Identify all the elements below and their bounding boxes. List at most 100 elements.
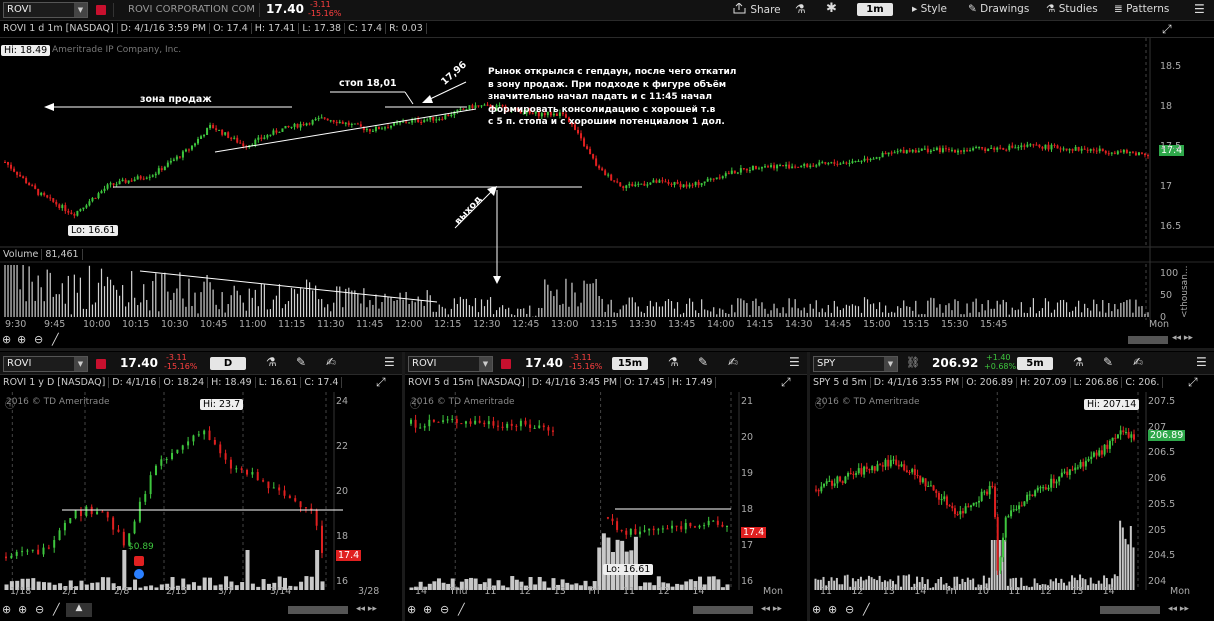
- volume-bar: [1129, 299, 1131, 317]
- edit-icon[interactable]: ✍: [728, 355, 738, 369]
- candle-body: [294, 498, 297, 502]
- volume-bar: [942, 312, 944, 317]
- share-button[interactable]: Share: [733, 2, 781, 16]
- symbol-selector[interactable]: ROVI ▼: [3, 2, 88, 18]
- zoom-out-icon[interactable]: ⊖: [845, 603, 854, 616]
- volume-bar: [574, 292, 576, 317]
- main-x-tick: 13:15: [590, 319, 618, 330]
- draw-line-icon[interactable]: ╱: [52, 333, 59, 346]
- zoom-in-icon[interactable]: ⊕: [828, 603, 837, 616]
- candle-body: [607, 174, 610, 176]
- scroll-arrows-icon[interactable]: ◂◂ ▸▸: [761, 604, 782, 614]
- panel-info-d: D: 4/1/16 3:45 PM: [528, 377, 622, 388]
- candle-body: [592, 154, 595, 159]
- crosshair-icon[interactable]: ⊕: [407, 603, 416, 616]
- volume-bar: [284, 304, 287, 317]
- scroll-arrows-icon[interactable]: ◂◂ ▸▸: [1168, 604, 1189, 614]
- candle-body: [215, 128, 218, 131]
- candle-body: [178, 156, 181, 158]
- candle-body: [1071, 469, 1074, 471]
- panel-timeframe-button[interactable]: 15m: [612, 357, 648, 370]
- chevron-down-icon[interactable]: ▼: [74, 357, 87, 371]
- candle-body: [380, 128, 383, 130]
- volume-bar: [846, 574, 849, 590]
- style-button[interactable]: ▸ Style: [912, 3, 947, 15]
- menu-icon[interactable]: ☰: [384, 355, 395, 369]
- zoom-out-icon[interactable]: ⊖: [34, 333, 43, 346]
- link-color-icon[interactable]: [501, 359, 511, 369]
- menu-icon[interactable]: ☰: [1196, 355, 1207, 369]
- volume-bar: [468, 305, 471, 317]
- panel-x-tick: 10: [977, 586, 990, 597]
- candle-body: [293, 123, 296, 127]
- zoom-out-icon[interactable]: ⊖: [440, 603, 449, 616]
- crosshair-icon[interactable]: ⊕: [2, 603, 11, 616]
- menu-icon[interactable]: ☰: [789, 355, 800, 369]
- panel-y-tick: 16: [336, 576, 349, 587]
- draw-line-icon[interactable]: ╱: [53, 603, 60, 616]
- patterns-button[interactable]: ≣ Patterns: [1114, 3, 1169, 15]
- chevron-down-icon[interactable]: ▼: [884, 357, 897, 371]
- crosshair-icon[interactable]: ⊕: [2, 333, 11, 346]
- panel-price-chart[interactable]: [405, 392, 807, 590]
- draw-line-icon[interactable]: ╱: [458, 603, 465, 616]
- horizontal-scrollbar[interactable]: [693, 606, 753, 614]
- volume-bar: [393, 300, 395, 317]
- pencil-icon[interactable]: ✎: [698, 355, 708, 369]
- menu-icon[interactable]: ☰: [1194, 2, 1205, 16]
- drawings-button[interactable]: ✎ Drawings: [968, 3, 1029, 15]
- panel-symbol-selector[interactable]: ROVI ▼: [408, 356, 493, 372]
- zoom-in-icon[interactable]: ⊕: [17, 333, 26, 346]
- flask-icon[interactable]: ⚗: [1073, 355, 1084, 369]
- panel-timeframe-button[interactable]: D: [210, 357, 246, 370]
- scroll-arrows-icon[interactable]: ◂◂ ▸▸: [356, 604, 377, 614]
- chevron-down-icon[interactable]: ▼: [479, 357, 492, 371]
- draw-line-icon[interactable]: ╱: [863, 603, 870, 616]
- edit-icon[interactable]: ✍: [1133, 355, 1143, 369]
- expand-icon[interactable]: ⤢: [1162, 22, 1172, 37]
- candle-body: [827, 163, 830, 165]
- flask-icon[interactable]: ⚗: [668, 355, 679, 369]
- horizontal-scrollbar[interactable]: [1100, 606, 1160, 614]
- horizontal-scrollbar[interactable]: [288, 606, 348, 614]
- volume-bar: [1120, 302, 1122, 317]
- zoom-in-icon[interactable]: ⊕: [18, 603, 27, 616]
- candle-body: [154, 173, 157, 176]
- panel-toggle-button[interactable]: ▲: [66, 603, 92, 617]
- link-color-icon[interactable]: [96, 359, 106, 369]
- volume-bar: [308, 282, 311, 317]
- chevron-down-icon[interactable]: ▼: [74, 3, 87, 17]
- candle-body: [88, 201, 91, 206]
- candle-body: [275, 130, 278, 133]
- link-color-icon[interactable]: [96, 5, 106, 15]
- candle-body: [881, 465, 884, 467]
- volume-bar: [535, 315, 537, 317]
- studies-button[interactable]: ⚗ Studies: [1046, 3, 1098, 15]
- volume-bar: [248, 288, 250, 317]
- zoom-in-icon[interactable]: ⊕: [423, 603, 432, 616]
- scroll-arrows-icon[interactable]: ◂◂ ▸▸: [1172, 333, 1193, 343]
- pencil-icon[interactable]: ✎: [296, 355, 306, 369]
- crosshair-icon[interactable]: ⊕: [812, 603, 821, 616]
- candle-body: [442, 420, 445, 422]
- volume-bar: [679, 584, 684, 590]
- timeframe-button[interactable]: 1m: [857, 3, 893, 16]
- flask-icon[interactable]: ⚗: [266, 355, 277, 369]
- volume-bar: [315, 285, 317, 317]
- candle-body: [109, 183, 112, 185]
- flask-icon[interactable]: ⚗: [795, 2, 806, 16]
- volume-bar: [728, 313, 730, 317]
- gear-icon[interactable]: ✱: [826, 1, 837, 16]
- panel-timeframe-button[interactable]: 5m: [1017, 357, 1053, 370]
- volume-bar: [894, 584, 897, 590]
- panel-symbol-selector[interactable]: SPY ▼: [813, 356, 898, 372]
- main-low: L: 17.38: [299, 23, 346, 34]
- pencil-icon[interactable]: ✎: [1103, 355, 1113, 369]
- candle-body: [646, 184, 649, 186]
- link-icon[interactable]: ⛓: [906, 356, 920, 369]
- panel-symbol-selector[interactable]: ROVI ▼: [3, 356, 88, 372]
- zoom-out-icon[interactable]: ⊖: [35, 603, 44, 616]
- volume-bar: [1053, 309, 1056, 317]
- edit-icon[interactable]: ✍: [326, 355, 336, 369]
- horizontal-scrollbar[interactable]: [1128, 336, 1168, 344]
